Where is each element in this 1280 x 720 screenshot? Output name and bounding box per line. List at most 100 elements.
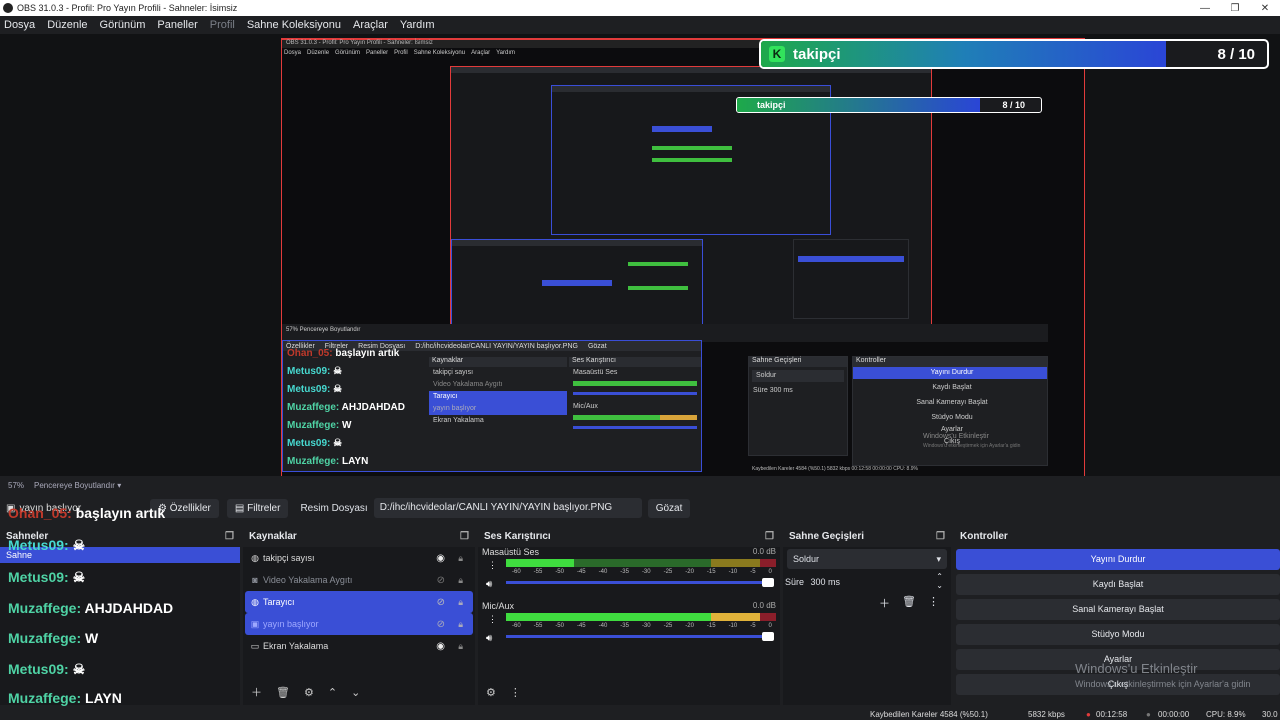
menu-file[interactable]: Dosya bbox=[4, 19, 35, 31]
nested-chat-line: Metus09: ☠ bbox=[283, 381, 428, 399]
eye-hidden-icon[interactable]: ⊘ bbox=[437, 597, 445, 608]
source-item[interactable]: ▣ yayın başlıyor ⊘ 🔒︎ bbox=[245, 613, 473, 635]
chevron-up-icon[interactable]: ⌃ bbox=[328, 686, 337, 699]
meter-level bbox=[506, 613, 601, 621]
lock-icon[interactable]: 🔒︎ bbox=[458, 641, 463, 652]
chat-message: W bbox=[342, 420, 352, 431]
lock-icon[interactable]: 🔒︎ bbox=[458, 575, 463, 586]
tick: -30 bbox=[641, 623, 651, 629]
stop-streaming-button[interactable]: Yayını Durdur bbox=[956, 549, 1280, 570]
more-icon[interactable]: ⋮ bbox=[488, 560, 497, 571]
nested-mixer: Ses Karıştırıcı Masaüstü Ses Mic/Aux bbox=[569, 357, 701, 435]
sources-list: ◍ takipçi sayısı ◉ 🔒︎ ◙ Video Yakalama A… bbox=[243, 547, 475, 705]
controls-header: Kontroller bbox=[954, 527, 1280, 545]
speaker-icon[interactable]: 🔊︎ bbox=[486, 633, 492, 644]
filters-button[interactable]: ▤ Filtreler bbox=[226, 498, 289, 518]
transitions-body: Soldur ▾ Süre 300 ms ⌃ ⌄ ＋ 🗑︎ ⋮ bbox=[783, 547, 951, 705]
file-path-field[interactable]: D:/ihc/ihcvideolar/CANLI YAYIN/YAYIN baş… bbox=[373, 498, 642, 518]
gear-icon[interactable]: ⚙ bbox=[304, 686, 314, 699]
lock-icon[interactable]: 🔒︎ bbox=[458, 597, 463, 608]
more-icon[interactable]: ⋮ bbox=[928, 595, 939, 611]
sources-header: Kaynaklar ❐ bbox=[243, 527, 475, 545]
start-virtual-camera-button[interactable]: Sanal Kamerayı Başlat bbox=[956, 599, 1280, 620]
nested-preview-frame: Özellikler Filtreler Resim Dosyası D:/ih… bbox=[282, 340, 702, 472]
chevron-down-icon[interactable]: ⌄ bbox=[351, 686, 360, 699]
trash-icon[interactable]: 🗑︎ bbox=[276, 686, 290, 699]
source-item[interactable]: ◙ Video Yakalama Aygıtı ⊘ 🔒︎ bbox=[245, 569, 473, 591]
volume-knob[interactable] bbox=[762, 578, 774, 587]
eye-hidden-icon[interactable]: ⊘ bbox=[437, 619, 445, 630]
start-recording-button[interactable]: Kaydı Başlat bbox=[956, 574, 1280, 595]
menu-edit[interactable]: Düzenle bbox=[47, 19, 87, 31]
eye-icon[interactable]: ◉ bbox=[436, 553, 445, 564]
chat-message: başlayın artık bbox=[75, 505, 166, 521]
undock-icon[interactable]: ❐ bbox=[225, 531, 234, 542]
preview-area[interactable]: OBS 31.0.3 - Profil: Pro Yayın Profili -… bbox=[0, 34, 1280, 476]
nested-meter bbox=[573, 381, 697, 386]
nested-chat-line: Ohan_05: başlayın artık bbox=[283, 345, 428, 363]
trash-icon[interactable]: 🗑︎ bbox=[902, 595, 916, 611]
fps: 30.0 bbox=[1262, 710, 1278, 719]
nested-source-row: Ekran Yakalama bbox=[433, 417, 484, 424]
source-toolbar: ▣ yayın başlıyor ⚙ Özellikler ▤ Filtrele… bbox=[0, 494, 1280, 522]
chat-message: ☠ bbox=[72, 661, 86, 677]
menu-help[interactable]: Yardım bbox=[400, 19, 435, 31]
spin-arrows-icon[interactable]: ⌃ ⌄ bbox=[936, 572, 943, 590]
close-button[interactable]: ✕ bbox=[1250, 3, 1280, 14]
nested-status: Kaybedilen Kareler 4584 (%50.1) 5832 kbp… bbox=[752, 466, 918, 472]
studio-mode-button[interactable]: Stüdyo Modu bbox=[956, 624, 1280, 645]
browse-button[interactable]: Gözat bbox=[647, 498, 691, 518]
mixer-header: Ses Karıştırıcı ❐ bbox=[478, 527, 780, 545]
source-item[interactable]: ◍ Tarayıcı ⊘ 🔒︎ bbox=[245, 591, 473, 613]
add-icon[interactable]: ＋ bbox=[251, 684, 262, 700]
window-title: OBS 31.0.3 - Profil: Pro Yayın Profili -… bbox=[17, 3, 238, 13]
chat-message: LAYN bbox=[342, 456, 369, 467]
menu-docks[interactable]: Paneller bbox=[157, 19, 197, 31]
chat-message: ☠ bbox=[333, 438, 343, 449]
undock-icon[interactable]: ❐ bbox=[460, 531, 469, 542]
nested-control: Yayını Durdur bbox=[853, 367, 1047, 379]
lock-icon[interactable]: 🔒︎ bbox=[458, 619, 463, 630]
menu-tools[interactable]: Araçlar bbox=[353, 19, 388, 31]
eye-hidden-icon[interactable]: ⊘ bbox=[437, 575, 445, 586]
duration-row: Süre 300 ms ⌃ ⌄ bbox=[785, 572, 947, 591]
menu-profile[interactable]: Profil bbox=[210, 19, 235, 31]
more-icon[interactable]: ⋮ bbox=[510, 686, 521, 699]
undock-icon[interactable]: ❐ bbox=[936, 531, 945, 542]
nested-mixer-track: Masaüstü Ses bbox=[573, 369, 618, 376]
maximize-button[interactable]: ❐ bbox=[1220, 3, 1250, 14]
volume-slider[interactable] bbox=[506, 632, 774, 641]
mini-scene-highlight bbox=[542, 280, 612, 286]
source-item[interactable]: ▭ Ekran Yakalama ◉ 🔒︎ bbox=[245, 635, 473, 657]
source-item[interactable]: ◍ takipçi sayısı ◉ 🔒︎ bbox=[245, 547, 473, 569]
tick: -35 bbox=[620, 569, 629, 575]
nested-menu-item: Dosya bbox=[284, 50, 302, 56]
volume-slider[interactable] bbox=[506, 578, 774, 587]
add-icon[interactable]: ＋ bbox=[879, 595, 890, 611]
speaker-icon[interactable]: 🔊︎ bbox=[486, 579, 492, 590]
transition-select[interactable]: Soldur ▾ bbox=[787, 549, 947, 569]
undock-icon[interactable]: ❐ bbox=[765, 531, 774, 542]
menu-scene-collection[interactable]: Sahne Koleksiyonu bbox=[247, 19, 341, 31]
lock-icon[interactable]: 🔒︎ bbox=[458, 553, 463, 564]
track-db: 0.0 dB bbox=[752, 547, 776, 556]
chat-overlay-line: Metus09: ☠ bbox=[8, 537, 85, 554]
chat-message: AHJDAHDAD bbox=[84, 600, 174, 616]
recursive-preview-4 bbox=[793, 239, 909, 319]
gear-icon[interactable]: ⚙ bbox=[486, 686, 496, 699]
menu-view[interactable]: Görünüm bbox=[100, 19, 146, 31]
duration-spinbox[interactable]: 300 ms bbox=[810, 573, 935, 591]
eye-icon[interactable]: ◉ bbox=[436, 641, 445, 652]
volume-knob[interactable] bbox=[762, 632, 774, 641]
nested-panel-head: Kontroller bbox=[853, 357, 1047, 367]
scale-mode-dropdown[interactable]: Pencereye Boyutlandır ▾ bbox=[34, 481, 121, 490]
transition-actions: ＋ 🗑︎ ⋮ bbox=[879, 595, 939, 611]
mini-titlebar bbox=[452, 240, 702, 246]
chat-user: Metus09: bbox=[8, 661, 69, 677]
nested-transition-select: Soldur bbox=[752, 370, 844, 382]
nested-source-row: yayın başlıyor bbox=[429, 403, 567, 415]
meter-red-zone bbox=[759, 613, 776, 621]
minimize-button[interactable]: — bbox=[1190, 3, 1220, 14]
more-icon[interactable]: ⋮ bbox=[488, 614, 497, 625]
meter-ticks: -60 -55 -50 -45 -40 -35 -30 -25 -20 -15 -10 -5 0 bbox=[512, 623, 772, 629]
